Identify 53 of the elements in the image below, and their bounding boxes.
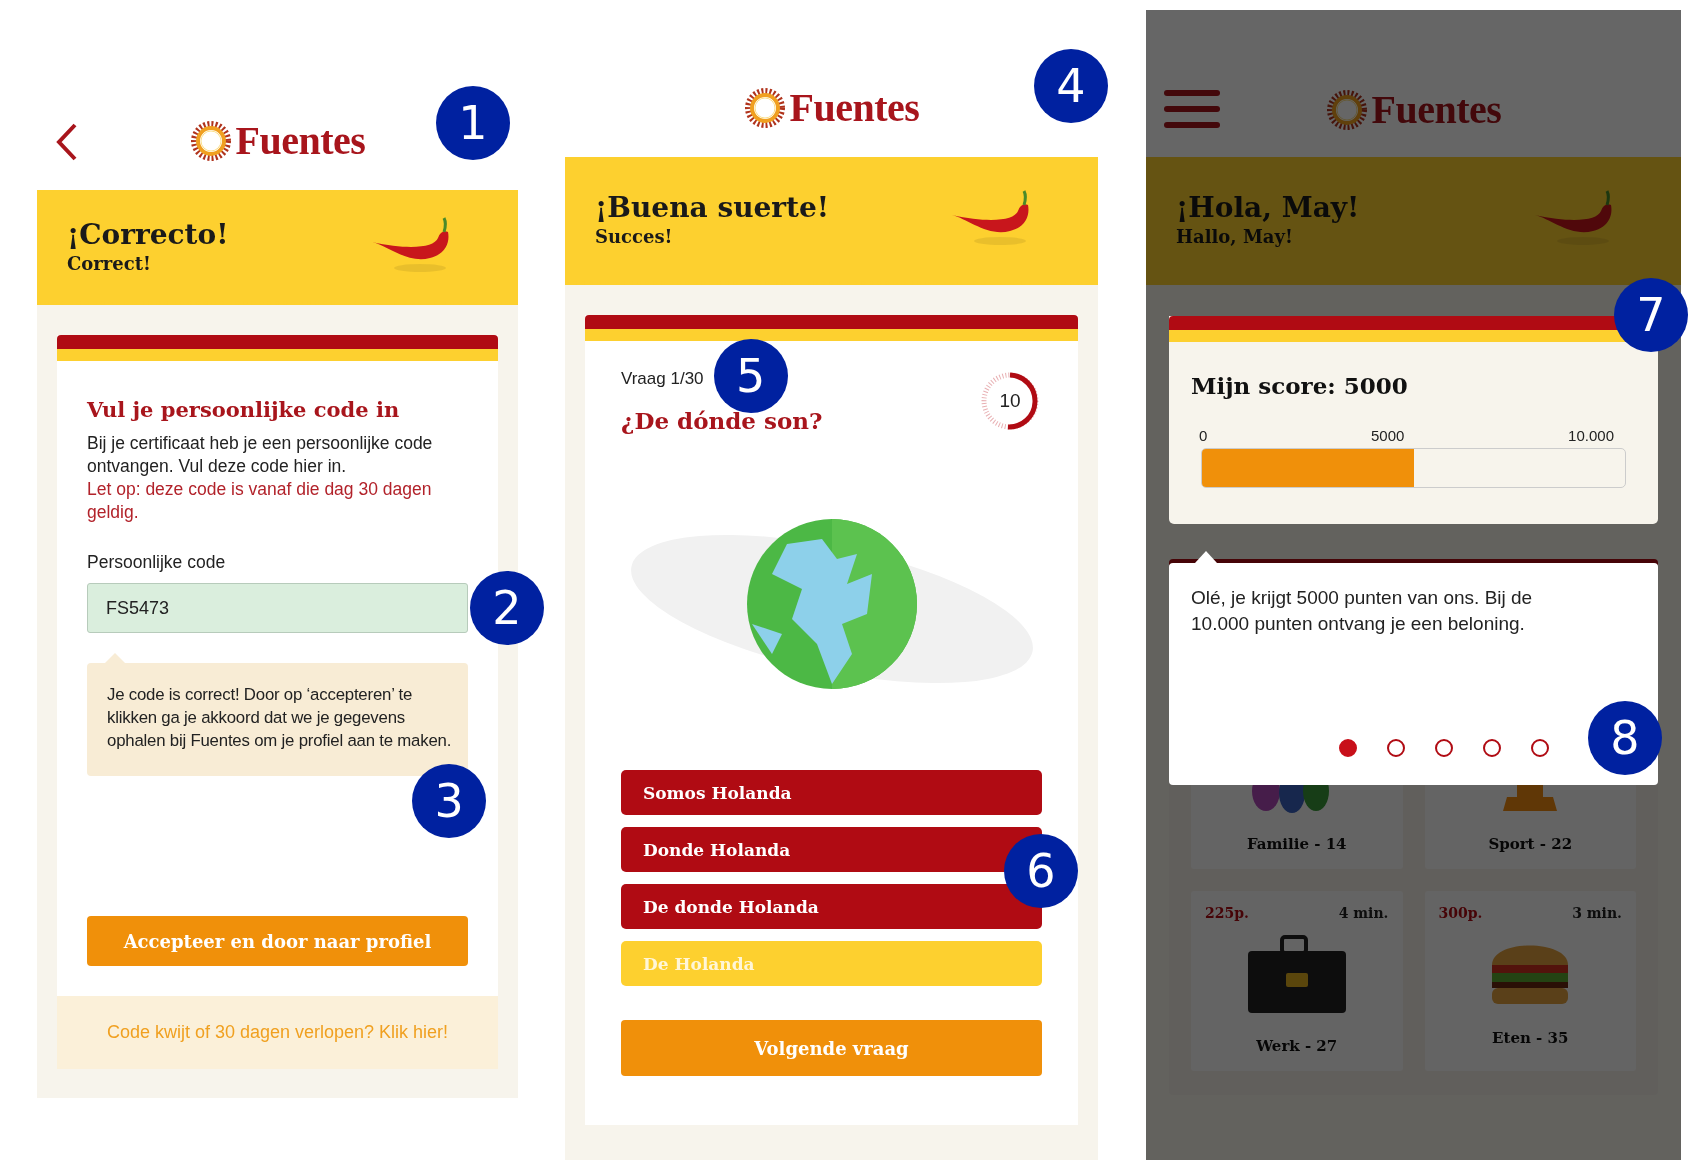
logo-text: Fuentes: [789, 84, 920, 131]
points-label: 300p.: [1438, 905, 1483, 921]
field-label: Persoonlijke code: [87, 552, 227, 573]
logo-text: Fuentes: [235, 117, 366, 164]
page-dot[interactable]: [1482, 739, 1501, 757]
category-tile[interactable]: 300p. 3 min. Eten - 35: [1424, 891, 1636, 1071]
help-link[interactable]: Code kwijt of 30 dagen verlopen? Klik hier!: [106, 1022, 449, 1043]
time-label: 4 min.: [1338, 905, 1389, 921]
category-label: Werk - 27: [1256, 1037, 1338, 1055]
score-title: Mijn score: 5000: [1191, 372, 1409, 399]
back-icon[interactable]: [55, 122, 79, 162]
number-badge: 5: [713, 339, 788, 413]
accept-button[interactable]: Accepteer en door naar profiel: [87, 916, 468, 966]
number-badge: 6: [1004, 834, 1078, 908]
logo-text: Fuentes: [1371, 86, 1502, 133]
banner-subtitle: Succes!: [595, 226, 674, 247]
number-badge: 7: [1614, 278, 1688, 352]
category-label: Familie - 14: [1246, 835, 1347, 853]
points-label: 225p.: [1205, 905, 1249, 921]
next-question-button[interactable]: Volgende vraag: [621, 1020, 1042, 1076]
page-dot[interactable]: [1386, 739, 1405, 757]
tooltip-text: Olé, je krijgt 5000 punten van ons. Bij de 10.000 punten ontvang je een beloning.: [1191, 586, 1534, 636]
card-title: Vul je persoonlijke code in: [87, 397, 401, 422]
answer-option[interactable]: Somos Holanda: [621, 770, 1042, 815]
sun-logo-icon: [743, 86, 786, 129]
question-counter: Vraag 1/30: [621, 369, 704, 388]
sun-logo-icon: [1325, 88, 1368, 131]
page-dot[interactable]: [1338, 739, 1357, 757]
scale-label: 0: [1199, 427, 1208, 444]
number-badge: 8: [1588, 701, 1662, 775]
category-label: Sport - 22: [1488, 835, 1573, 853]
category-label: Eten - 35: [1492, 1029, 1569, 1047]
banner-title: ¡Correcto!: [67, 217, 229, 251]
number-badge: 3: [412, 764, 486, 838]
code-input-field[interactable]: FS5473: [87, 583, 468, 633]
page-dot[interactable]: [1530, 739, 1549, 757]
page-dot[interactable]: [1434, 739, 1453, 757]
timer-count: 10: [999, 390, 1021, 412]
banner-title: ¡Hola, May!: [1176, 191, 1360, 224]
scale-label: 10.000: [1568, 427, 1614, 444]
scale-label: 5000: [1371, 427, 1405, 444]
warning-text: Let op: deze code is vanaf die dag 30 dagen geldig.: [87, 478, 433, 524]
menu-icon[interactable]: [1164, 89, 1220, 129]
intro-text: Bij je certificaat heb je een persoonlijke code ontvangen. Vul deze code hier in.: [87, 432, 434, 478]
sun-logo-icon: [189, 119, 232, 162]
category-tile[interactable]: 225p. 4 min. Werk - 27: [1191, 891, 1403, 1071]
number-badge: 1: [436, 86, 510, 160]
number-badge: 4: [1034, 49, 1108, 123]
banner-subtitle: Hallo, May!: [1176, 226, 1294, 247]
banner-title: ¡Buena suerte!: [595, 191, 830, 224]
number-badge: 2: [470, 571, 544, 645]
banner-subtitle: Correct!: [67, 252, 152, 274]
time-label: 3 min.: [1572, 905, 1622, 921]
